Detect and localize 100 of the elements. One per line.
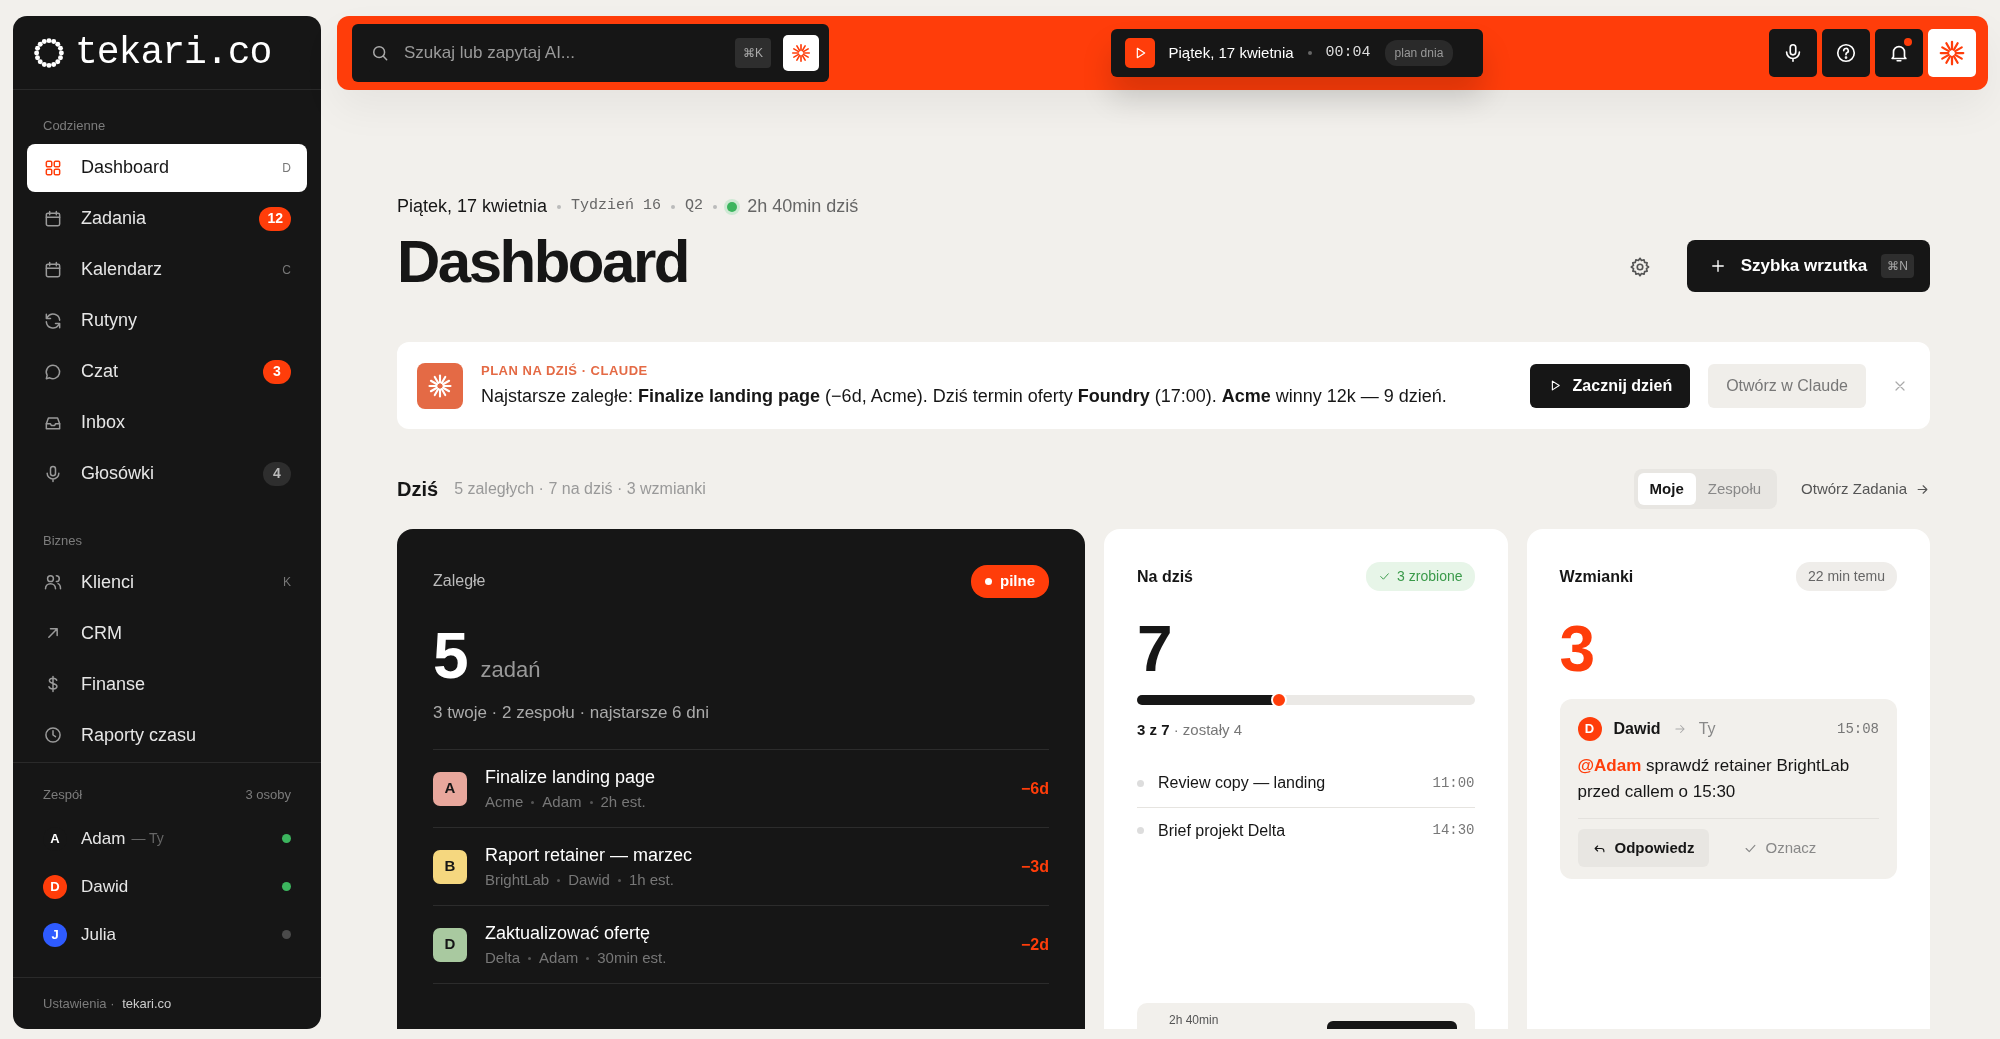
shortcut-hint: C xyxy=(282,261,291,279)
time-total: 2h 40min xyxy=(1169,1012,1219,1029)
ai-button[interactable] xyxy=(783,35,819,71)
today-count: 7 xyxy=(1137,617,1172,681)
sidebar-item[interactable]: Głosówki 4 xyxy=(27,449,307,498)
arrow-right-icon xyxy=(1672,722,1687,736)
plan-text: Najstarsze zaległe: Finalize landing page (−6d, Acme). Dziś termin oferty Foundry (17:00). Acme winny 12k — 9 dzień. xyxy=(481,384,1448,408)
quick-add-button[interactable]: Szybka wrzutka ⌘N xyxy=(1686,240,1930,292)
avatar: J xyxy=(43,922,67,947)
task-meta: Dawid xyxy=(568,869,610,890)
page-title: Dashboard xyxy=(397,232,689,292)
count-unit: zadań xyxy=(480,655,541,684)
sidebar-item[interactable]: Klienci K xyxy=(27,558,307,606)
message-text: @Adam sprawdź retainer BrightLab przed callem o 15:30 xyxy=(1577,753,1879,819)
count-badge: 12 xyxy=(259,206,291,231)
task-avatar: D xyxy=(433,927,467,962)
action-button[interactable] xyxy=(1326,1021,1457,1029)
section-title: Dziś xyxy=(397,477,439,502)
task-avatar: B xyxy=(433,849,467,884)
calendar-icon xyxy=(43,259,63,280)
status-dot xyxy=(727,201,738,212)
search-bar[interactable]: Szukaj lub zapytaj AI... ⌘K xyxy=(352,24,829,82)
task-time: 11:00 xyxy=(1432,773,1475,793)
users-icon xyxy=(43,572,63,592)
filter-tab[interactable]: Moje xyxy=(1637,473,1696,505)
task-title: Finalize landing page xyxy=(485,765,656,789)
done-badge: 3 zrobione xyxy=(1366,562,1475,591)
task-meta: Acme xyxy=(485,791,524,812)
task-meta: BrightLab xyxy=(485,869,550,890)
start-day-button[interactable]: Zacznij dzień xyxy=(1529,363,1691,408)
search-field[interactable]: Szukaj lub zapytaj AI... xyxy=(402,39,723,67)
task-title: Zaktualizować ofertę xyxy=(485,921,652,945)
meta-text: Q2 xyxy=(685,196,704,217)
session-date: Piątek, 17 kwietnia xyxy=(1168,42,1294,63)
mentions-count: 3 xyxy=(1559,617,1595,681)
check-icon xyxy=(1378,570,1392,583)
refresh-icon xyxy=(43,310,63,331)
member-name: Dawid xyxy=(81,875,129,898)
section-summary: 5 zaległych · 7 na dziś · 3 wzmianki xyxy=(454,479,706,499)
logo-text: tekari.co xyxy=(75,30,272,76)
shortcut-hint: ⌘N xyxy=(1881,254,1914,278)
open-button[interactable]: Otwórz w Claude xyxy=(1708,363,1866,408)
shortcut-hint: D xyxy=(282,159,291,177)
help-button[interactable] xyxy=(1822,29,1870,77)
member-note: — Ty xyxy=(131,829,164,848)
clock-icon xyxy=(43,725,63,745)
task-meta: Delta xyxy=(485,947,521,968)
count-badge: 3 xyxy=(263,359,291,384)
settings-icon xyxy=(1628,255,1651,278)
date-text: Piątek, 17 kwietnia xyxy=(397,195,548,218)
plan-tag: plan dnia xyxy=(1384,40,1454,66)
sidebar-item[interactable]: Raporty czasu xyxy=(27,711,307,759)
sidebar-item[interactable]: Rutyny xyxy=(27,296,307,345)
count-badge: 4 xyxy=(263,461,291,486)
sidebar-item[interactable]: Czat 3 xyxy=(27,347,307,396)
meta-text: Tydzień 16 xyxy=(571,196,662,217)
notification-button[interactable] xyxy=(1875,29,1923,77)
help-icon xyxy=(1835,42,1857,64)
sidebar-item[interactable]: Kalendarz C xyxy=(27,245,307,294)
task-avatar: A xyxy=(433,771,467,806)
task-time: 14:30 xyxy=(1432,821,1475,840)
calendar-icon xyxy=(43,208,63,229)
reply-button[interactable]: Odpowiedz xyxy=(1577,829,1709,867)
task-meta: 2h est. xyxy=(600,791,646,812)
task-meta: 30min est. xyxy=(597,947,667,968)
open-tasks-link[interactable]: Otwórz Zadania xyxy=(1801,477,1930,501)
microphone-button[interactable] xyxy=(1769,29,1817,77)
progress-text: 3 z 7 · zostały 4 xyxy=(1137,720,1244,740)
member-count: 3 osoby xyxy=(245,786,291,804)
message-time: 15:08 xyxy=(1837,719,1879,739)
workspace-link[interactable]: tekari.co xyxy=(122,995,172,1011)
sidebar-item[interactable]: Inbox xyxy=(27,398,307,447)
sidebar-item[interactable]: CRM xyxy=(27,609,307,657)
shortcut-hint: K xyxy=(283,574,291,591)
overdue-days: −6d xyxy=(1021,776,1049,801)
member-name: Adam xyxy=(81,827,126,850)
microphone-icon xyxy=(43,463,63,484)
sidebar-item[interactable]: Dashboard D xyxy=(27,143,307,192)
sender-name: Dawid xyxy=(1613,719,1661,739)
overdue-days: −2d xyxy=(1021,932,1049,957)
task-meta: Adam xyxy=(539,947,579,968)
sparkle-icon xyxy=(1937,38,1967,68)
play-button[interactable] xyxy=(1124,38,1155,68)
timer-text: 00:04 xyxy=(1325,42,1371,63)
sidebar-item[interactable]: Finanse xyxy=(27,660,307,708)
card-title: Wzmianki xyxy=(1559,566,1634,587)
shortcut-hint: ⌘K xyxy=(735,38,771,68)
time-badge: 22 min temu xyxy=(1795,562,1897,591)
task-title: Raport retainer — marzec xyxy=(485,843,693,867)
card-title: Na dziś xyxy=(1137,566,1193,587)
task-meta: Adam xyxy=(542,791,582,812)
plan-label: PLAN NA DZIŚ · CLAUDE xyxy=(481,362,649,381)
section-label: Biznes xyxy=(42,531,84,550)
member-name: Julia xyxy=(81,923,116,946)
card-title: Zaległe xyxy=(433,571,486,592)
time-total: 2h 40min dziś xyxy=(747,195,859,218)
assistant-button[interactable] xyxy=(1928,29,1976,77)
avatar: D xyxy=(43,874,67,899)
sidebar-item[interactable]: Zadania 12 xyxy=(27,194,307,243)
search-icon xyxy=(370,43,390,63)
